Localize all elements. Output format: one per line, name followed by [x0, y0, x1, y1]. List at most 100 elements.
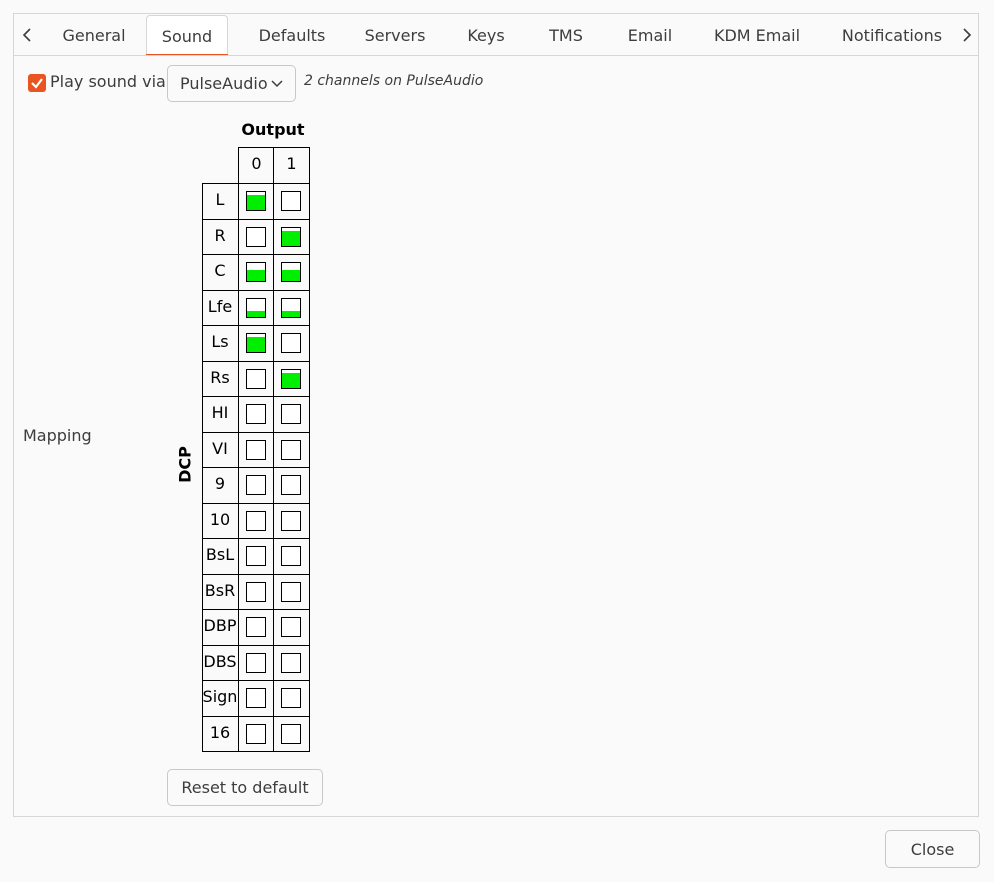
grid-line	[202, 716, 310, 717]
tab-tms[interactable]: TMS	[534, 14, 598, 56]
gain-cell[interactable]	[246, 227, 266, 247]
gain-cell[interactable]	[281, 617, 301, 637]
gain-cell[interactable]	[246, 404, 266, 424]
tab-keys[interactable]: Keys	[454, 14, 518, 56]
gain-cell[interactable]	[246, 546, 266, 566]
tab-scroll-left-button[interactable]	[14, 14, 40, 56]
gain-cell[interactable]	[246, 440, 266, 460]
dcp-channel-label: Lfe	[207, 297, 233, 316]
play-sound-label[interactable]: Play sound via	[50, 72, 166, 91]
gain-cell[interactable]	[246, 617, 266, 637]
gain-level-fill	[247, 311, 265, 317]
grid-line	[202, 680, 310, 681]
output-channel-header: 1	[286, 154, 297, 173]
gain-cell[interactable]	[246, 653, 266, 673]
gain-level-fill	[247, 270, 265, 281]
chevron-right-icon	[963, 28, 972, 42]
gain-cell[interactable]	[246, 298, 266, 318]
gain-cell[interactable]	[281, 653, 301, 673]
gain-level-fill	[282, 373, 300, 388]
grid-line	[202, 254, 310, 255]
grid-line	[202, 396, 310, 397]
gain-cell[interactable]	[246, 475, 266, 495]
dcp-channel-label: R	[214, 226, 226, 245]
gain-level-fill	[282, 231, 300, 246]
gain-cell[interactable]	[281, 688, 301, 708]
gain-cell[interactable]	[246, 582, 266, 602]
dcp-channel-label: Sign	[202, 687, 238, 706]
dcp-channel-label: L	[215, 190, 225, 209]
channels-info-text: 2 channels on PulseAudio	[304, 73, 484, 89]
gain-cell[interactable]	[246, 191, 266, 211]
tab-servers[interactable]: Servers	[352, 14, 438, 56]
gain-cell[interactable]	[281, 724, 301, 744]
grid-line	[202, 432, 310, 433]
gain-cell[interactable]	[281, 582, 301, 602]
dcp-channel-label: DBP	[203, 616, 237, 635]
gain-level-fill	[282, 311, 300, 317]
gain-cell[interactable]	[281, 511, 301, 531]
dcp-channel-label: BsR	[204, 581, 236, 600]
grid-line	[202, 219, 310, 220]
close-button[interactable]: Close	[885, 830, 980, 868]
dcp-channel-label: Ls	[211, 332, 229, 351]
grid-line	[202, 609, 310, 610]
gain-cell[interactable]	[281, 227, 301, 247]
grid-line	[202, 467, 310, 468]
chevron-down-icon	[271, 80, 283, 88]
tab-notifications[interactable]: Notifications	[832, 14, 952, 56]
tab-bar: General Sound Defaults Servers Keys TMS …	[13, 13, 980, 57]
gain-cell[interactable]	[246, 724, 266, 744]
dcp-channel-label: 9	[214, 474, 226, 493]
grid-line	[309, 147, 310, 752]
dcp-channel-label: HI	[211, 403, 229, 422]
gain-cell[interactable]	[246, 262, 266, 282]
gain-level-fill	[247, 337, 265, 352]
gain-cell[interactable]	[281, 191, 301, 211]
grid-line	[202, 751, 310, 752]
grid-line	[273, 147, 274, 751]
gain-cell[interactable]	[246, 369, 266, 389]
gain-cell[interactable]	[281, 440, 301, 460]
audio-device-dropdown[interactable]: PulseAudio	[167, 65, 296, 102]
tab-defaults[interactable]: Defaults	[246, 14, 338, 56]
reset-to-default-button[interactable]: Reset to default	[167, 769, 323, 806]
gain-cell[interactable]	[281, 404, 301, 424]
gain-cell[interactable]	[246, 688, 266, 708]
gain-cell[interactable]	[246, 511, 266, 531]
grid-line	[202, 538, 310, 539]
grid-line	[202, 645, 310, 646]
dcp-channel-label: DBS	[203, 652, 237, 671]
gain-cell[interactable]	[281, 262, 301, 282]
grid-line	[202, 503, 310, 504]
chevron-left-icon	[22, 28, 31, 42]
grid-line	[202, 361, 310, 362]
gain-cell[interactable]	[281, 546, 301, 566]
sound-panel	[13, 55, 979, 817]
gain-level-fill	[247, 195, 265, 210]
gain-cell[interactable]	[246, 333, 266, 353]
gain-cell[interactable]	[281, 298, 301, 318]
tab-kdm-email[interactable]: KDM Email	[702, 14, 812, 56]
tab-email[interactable]: Email	[614, 14, 686, 56]
play-sound-checkbox[interactable]	[28, 74, 46, 92]
gain-level-fill	[282, 270, 300, 281]
grid-line	[238, 147, 239, 751]
grid-line	[202, 574, 310, 575]
gain-cell[interactable]	[281, 475, 301, 495]
mapping-label: Mapping	[23, 426, 92, 445]
dcp-channel-label: BsL	[205, 545, 235, 564]
dcp-channel-label: 10	[209, 510, 231, 529]
audio-device-selected: PulseAudio	[180, 74, 268, 93]
dcp-channel-label: VI	[212, 439, 228, 458]
dcp-channel-label: 16	[209, 723, 231, 742]
tab-general[interactable]: General	[48, 14, 140, 56]
tab-scroll-right-button[interactable]	[954, 14, 980, 56]
grid-line	[202, 325, 310, 326]
output-axis-label: Output	[241, 120, 305, 139]
gain-cell[interactable]	[281, 333, 301, 353]
gain-cell[interactable]	[281, 369, 301, 389]
tab-sound[interactable]: Sound	[146, 15, 228, 57]
grid-line	[202, 290, 310, 291]
grid-line	[202, 183, 310, 184]
